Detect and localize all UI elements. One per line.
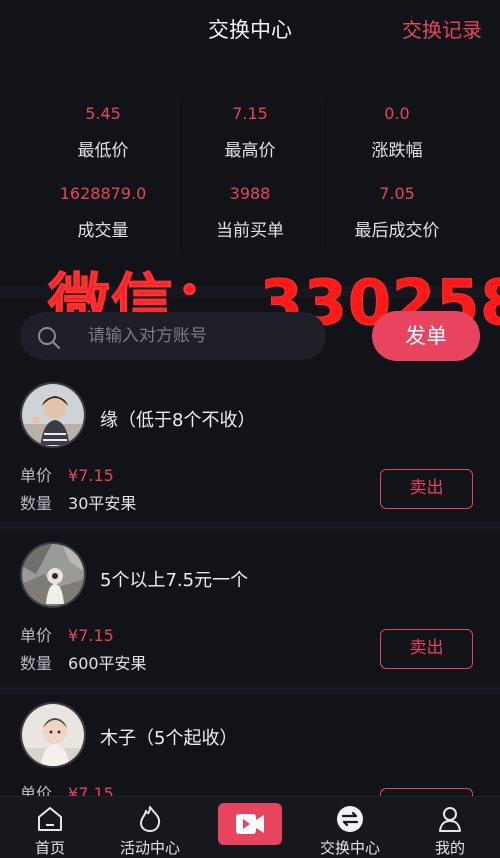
price-label: 单价 bbox=[20, 784, 53, 796]
stat-volume: 1628879.0 成交量 bbox=[28, 184, 178, 241]
stat-value: 7.05 bbox=[379, 184, 415, 203]
sell-button[interactable]: 卖出 bbox=[380, 788, 473, 796]
seller-name: 5个以上7.5元一个 bbox=[100, 570, 249, 591]
stat-min-price: 5.45 最低价 bbox=[28, 104, 178, 161]
tab-label: 活动中心 bbox=[119, 839, 180, 857]
tab-activity-center[interactable]: 活动中心 bbox=[100, 797, 200, 858]
price-row: 单价 ¥7.15 bbox=[20, 622, 114, 646]
stat-value: 1628879.0 bbox=[59, 184, 147, 203]
exchange-icon bbox=[337, 806, 363, 832]
stat-max-price: 7.15 最高价 bbox=[175, 104, 325, 161]
stat-label: 最高价 bbox=[224, 141, 276, 161]
stat-label: 当前买单 bbox=[216, 221, 284, 241]
stat-buy-orders: 3988 当前买单 bbox=[175, 184, 325, 241]
seller-name: 缘（低于8个不收） bbox=[100, 410, 256, 431]
tab-me[interactable]: 我的 bbox=[400, 797, 500, 858]
search-input[interactable] bbox=[88, 312, 318, 360]
price-label: 单价 bbox=[20, 466, 53, 485]
tab-label: 交换中心 bbox=[319, 839, 380, 857]
exchange-records-link[interactable]: 交换记录 bbox=[402, 14, 482, 43]
stat-label: 最低价 bbox=[77, 141, 129, 161]
sell-button[interactable]: 卖出 bbox=[380, 469, 473, 509]
stat-value: 5.45 bbox=[85, 104, 121, 123]
quantity-row: 数量 600平安果 bbox=[20, 650, 147, 674]
home-icon bbox=[38, 807, 62, 831]
quantity-value: 600平安果 bbox=[68, 654, 147, 673]
price-value: ¥7.15 bbox=[68, 784, 114, 796]
top-nav-bar: 交换中心 交换记录 bbox=[0, 0, 500, 58]
price-label: 单价 bbox=[20, 626, 53, 645]
price-value: ¥7.15 bbox=[68, 626, 114, 645]
bottom-tab-bar: 首页 活动中心 交换中心 我的 bbox=[0, 796, 500, 858]
seller-name: 木子（5个起收） bbox=[100, 728, 238, 749]
tab-label: 我的 bbox=[434, 839, 465, 857]
order-card: 木子（5个起收） 单价 ¥7.15 卖出 bbox=[0, 696, 500, 796]
tab-video[interactable] bbox=[200, 797, 300, 858]
stat-label: 成交量 bbox=[77, 221, 129, 241]
stat-value: 7.15 bbox=[232, 104, 268, 123]
search-box[interactable] bbox=[20, 312, 326, 360]
stat-change: 0.0 涨跌幅 bbox=[322, 104, 472, 161]
avatar bbox=[20, 702, 86, 768]
tab-exchange-center[interactable]: 交换中心 bbox=[300, 797, 400, 858]
quantity-row: 数量 30平安果 bbox=[20, 490, 136, 514]
stat-value: 0.0 bbox=[384, 104, 410, 123]
video-icon bbox=[236, 814, 264, 834]
price-row: 单价 ¥7.15 bbox=[20, 462, 114, 486]
avatar bbox=[20, 542, 86, 608]
card-divider bbox=[0, 684, 500, 694]
order-card: 缘（低于8个不收） 单价 ¥7.15 数量 30平安果 卖出 bbox=[0, 374, 500, 524]
stat-last-price: 7.05 最后成交价 bbox=[322, 184, 472, 241]
order-card: 5个以上7.5元一个 单价 ¥7.15 数量 600平安果 卖出 bbox=[0, 534, 500, 684]
video-button[interactable] bbox=[218, 803, 282, 845]
sell-button[interactable]: 卖出 bbox=[380, 629, 473, 669]
flame-icon bbox=[140, 806, 161, 832]
post-order-button[interactable]: 发单 bbox=[372, 311, 480, 361]
stat-label: 涨跌幅 bbox=[371, 141, 423, 161]
quantity-value: 30平安果 bbox=[68, 494, 137, 513]
avatar bbox=[20, 382, 86, 448]
search-icon bbox=[38, 327, 60, 349]
user-icon bbox=[439, 807, 461, 832]
quantity-label: 数量 bbox=[20, 494, 53, 513]
tab-home[interactable]: 首页 bbox=[0, 797, 100, 858]
card-divider bbox=[0, 522, 500, 532]
tab-label: 首页 bbox=[34, 839, 65, 857]
price-value: ¥7.15 bbox=[68, 466, 114, 485]
stat-label: 最后成交价 bbox=[354, 221, 440, 241]
price-row: 单价 ¥7.15 bbox=[20, 780, 114, 796]
stat-value: 3988 bbox=[229, 184, 271, 203]
quantity-label: 数量 bbox=[20, 654, 53, 673]
